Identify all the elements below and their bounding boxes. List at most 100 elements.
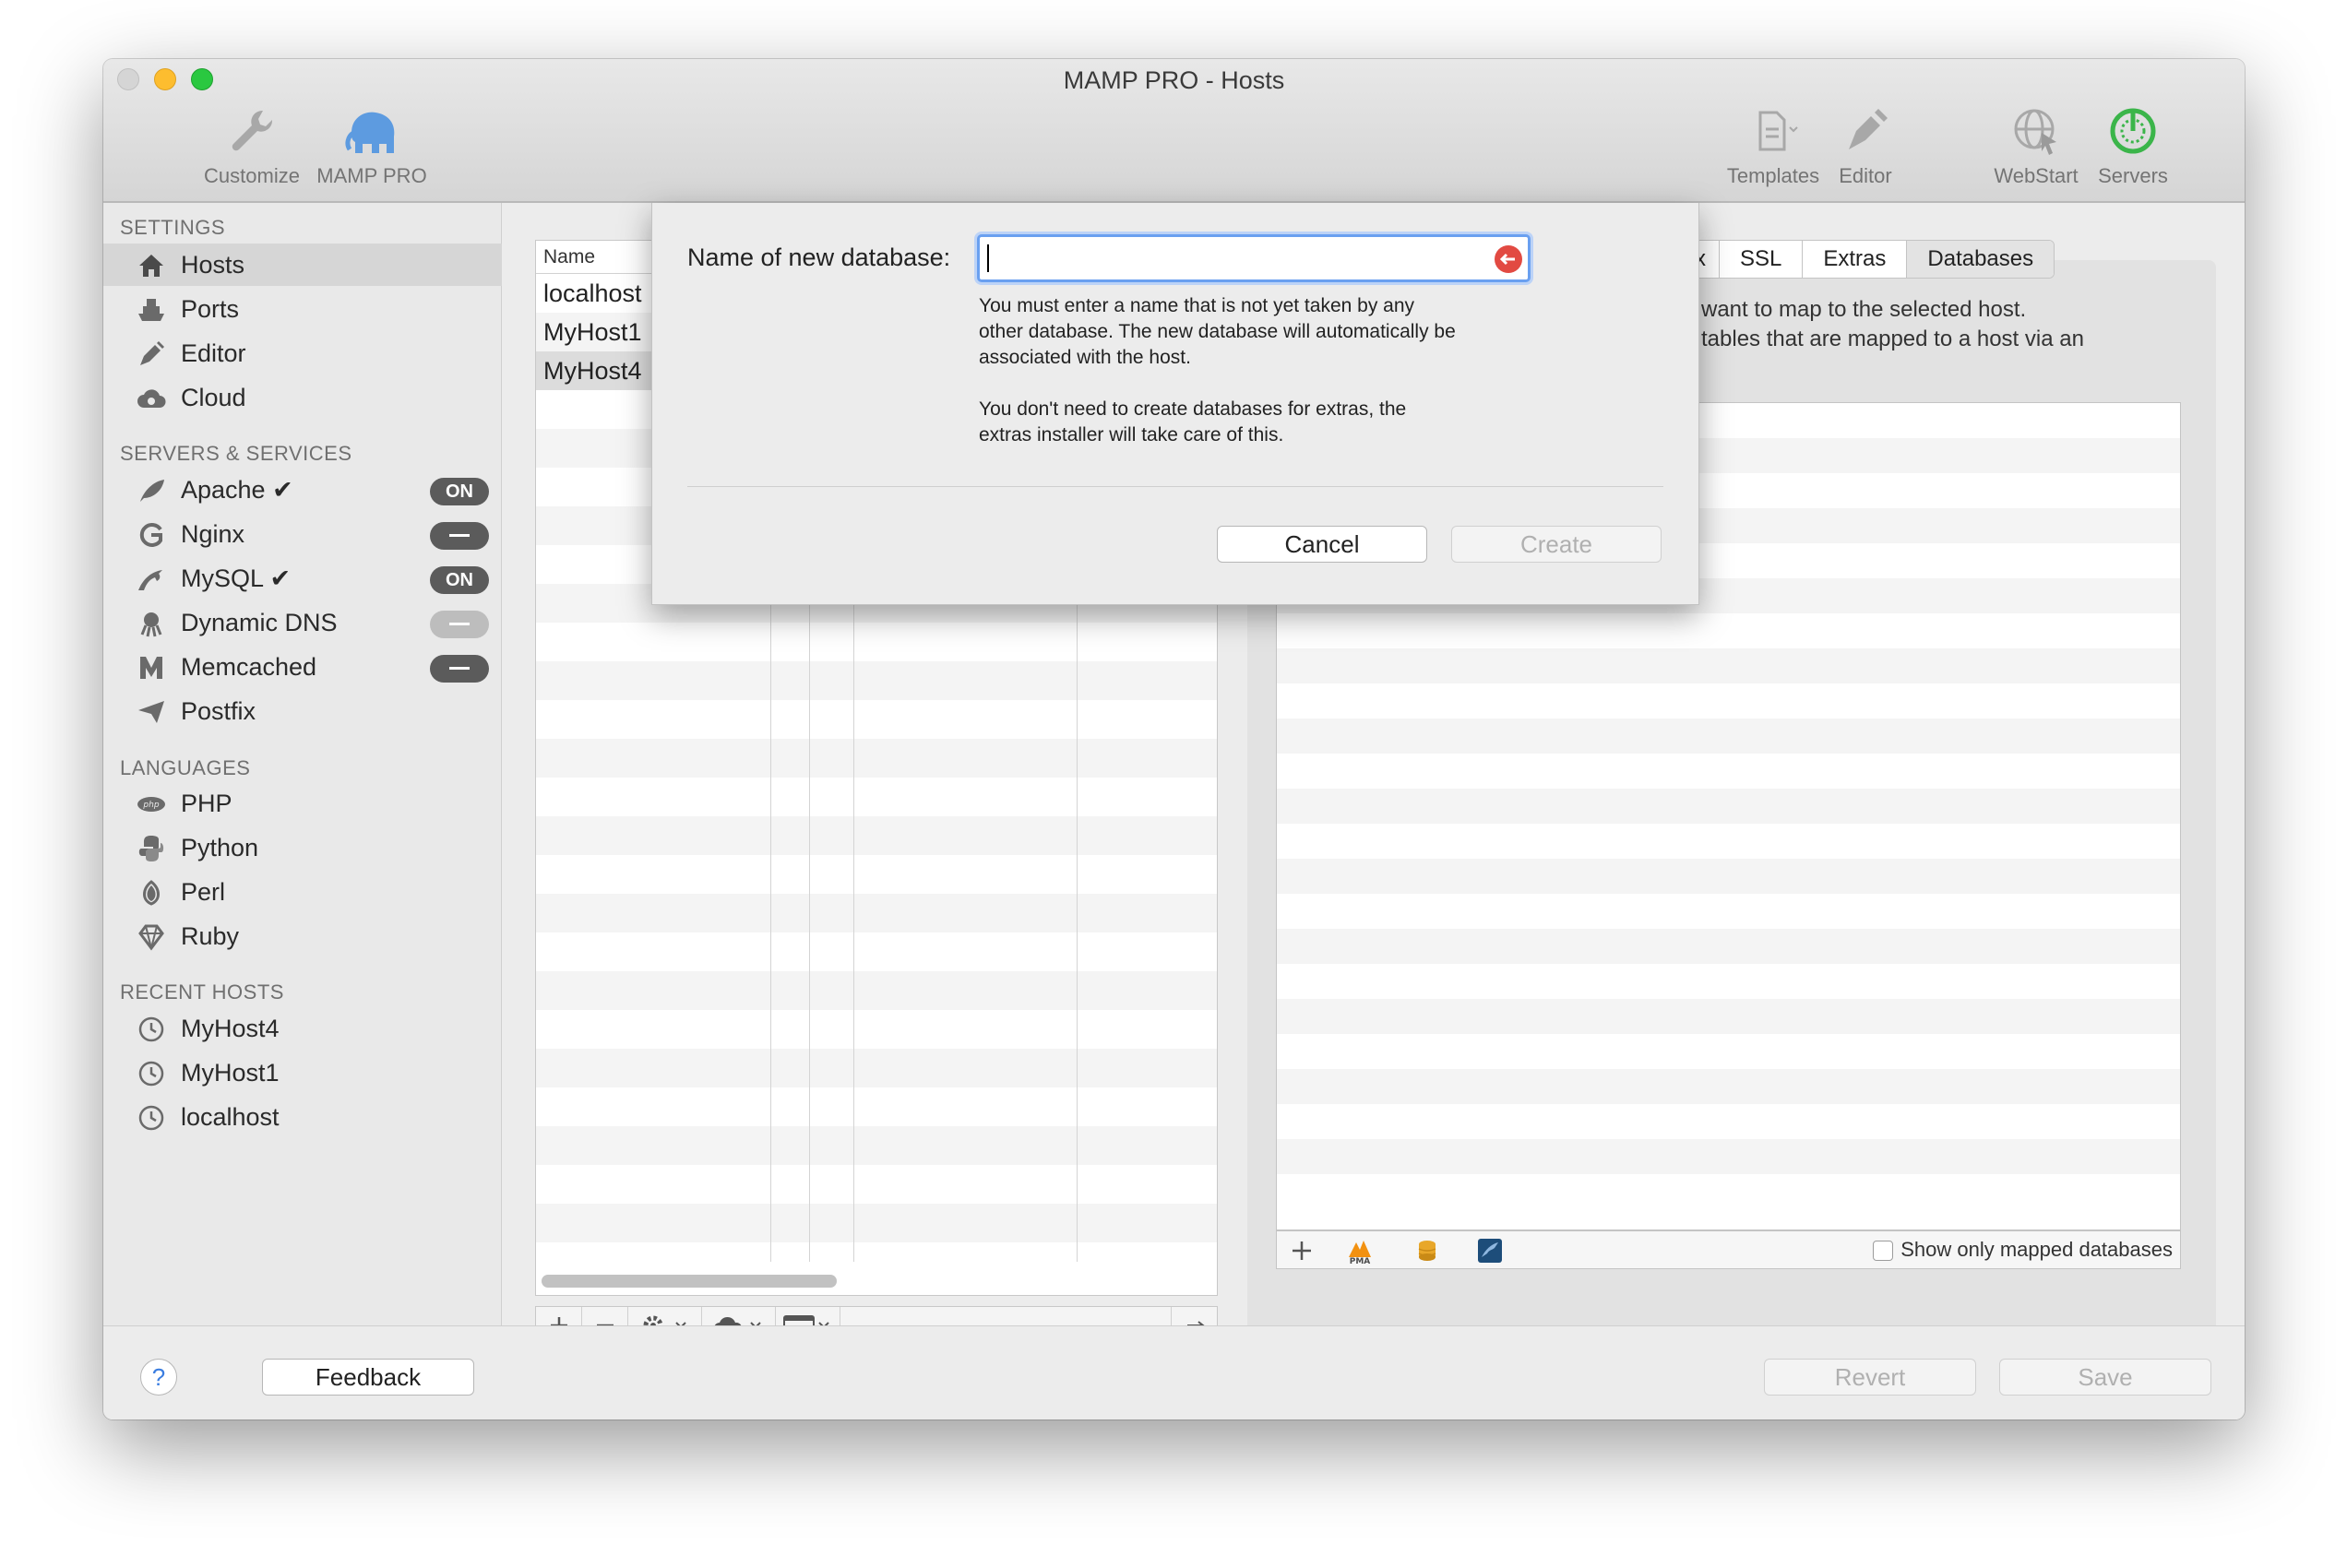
- status-badge[interactable]: [430, 611, 489, 638]
- sidebar-item-ruby[interactable]: Ruby: [103, 915, 502, 957]
- document-icon: [1758, 111, 1798, 151]
- window-title: MAMP PRO - Hosts: [1063, 66, 1285, 94]
- servers-header: SERVERS & SERVICES: [120, 442, 352, 465]
- sidebar-item-recent-myhost4[interactable]: MyHost4: [103, 1007, 502, 1050]
- sidebar-item-php[interactable]: php PHP: [103, 782, 502, 825]
- revert-button[interactable]: Revert: [1764, 1359, 1976, 1396]
- name-column-header[interactable]: Name: [543, 246, 595, 268]
- host-name: MyHost1: [543, 318, 642, 346]
- sidebar-item-label: MySQL ✔: [181, 564, 292, 592]
- php-icon: php: [137, 797, 165, 812]
- sidebar-item-postfix[interactable]: Postfix: [103, 690, 502, 732]
- octopus-icon: [140, 612, 162, 637]
- status-badge[interactable]: ON: [430, 478, 489, 505]
- cloud-icon: [137, 389, 166, 408]
- servers-button[interactable]: Servers: [2078, 105, 2188, 188]
- sidebar-item-mysql[interactable]: MySQL ✔ ON: [103, 557, 502, 600]
- mamp-pro-label: MAMP PRO: [316, 164, 427, 187]
- tab-extras[interactable]: Extras: [1803, 241, 1908, 278]
- sidebar-item-label: Memcached: [181, 653, 317, 681]
- save-button[interactable]: Save: [1999, 1359, 2211, 1396]
- feather-icon: [140, 480, 164, 502]
- empty-row: [1277, 648, 2180, 683]
- templates-label: Templates: [1726, 164, 1820, 187]
- cancel-button[interactable]: Cancel: [1217, 526, 1427, 563]
- pma-label: PMA: [1350, 1257, 1371, 1265]
- pen-nib-icon: [1849, 109, 1888, 149]
- sidebar-item-nginx[interactable]: Nginx: [103, 513, 502, 555]
- recent-clock-icon: [138, 1061, 164, 1087]
- empty-row: [1277, 999, 2180, 1034]
- recent-clock-icon: [138, 1016, 164, 1042]
- sidebar-item-recent-localhost[interactable]: localhost: [103, 1096, 502, 1138]
- hint-text: You must enter a name that is not yet ta…: [979, 295, 1415, 316]
- sidebar-item-label: MyHost1: [181, 1059, 280, 1087]
- toolbar: MAMP PRO - Hosts Customize MAMP PRO Temp…: [103, 59, 2245, 203]
- globe-cursor-icon: [2014, 109, 2056, 155]
- tab-databases[interactable]: Databases: [1907, 241, 2055, 278]
- databases-description: want to map to the selected host.: [1701, 297, 2027, 322]
- sidebar-item-apache[interactable]: Apache ✔ ON: [103, 469, 502, 511]
- wrench-icon: [232, 110, 273, 151]
- feedback-button[interactable]: Feedback: [262, 1359, 474, 1396]
- mysql-workbench-icon[interactable]: [1476, 1237, 1504, 1265]
- sidebar-item-label: Postfix: [181, 697, 256, 725]
- sidebar-item-perl[interactable]: Perl: [103, 871, 502, 913]
- empty-row: [536, 661, 1217, 700]
- sidebar-item-python[interactable]: Python: [103, 826, 502, 869]
- sidebar-item-label: Ruby: [181, 922, 240, 950]
- templates-button[interactable]: Templates: [1713, 105, 1833, 188]
- sequel-pro-icon[interactable]: [1413, 1237, 1441, 1265]
- empty-row: [1277, 1069, 2180, 1104]
- sidebar-item-hosts[interactable]: Hosts: [103, 244, 502, 286]
- sidebar-item-dynamic-dns[interactable]: Dynamic DNS: [103, 601, 502, 644]
- sidebar-item-recent-myhost1[interactable]: MyHost1: [103, 1051, 502, 1094]
- memcached-icon: [140, 657, 162, 679]
- sidebar-item-cloud[interactable]: Cloud: [103, 376, 502, 419]
- sidebar-item-label: Hosts: [181, 251, 245, 279]
- status-badge[interactable]: [430, 522, 489, 550]
- error-clear-icon[interactable]: [1495, 245, 1522, 273]
- sidebar-item-label: Ports: [181, 295, 240, 323]
- empty-row: [536, 894, 1217, 932]
- mamp-pro-button[interactable]: MAMP PRO: [312, 105, 432, 188]
- footer: ? Feedback Revert Save: [103, 1325, 2245, 1420]
- database-name-input[interactable]: [977, 234, 1531, 282]
- database-name-label: Name of new database:: [687, 244, 951, 271]
- phpmyadmin-icon[interactable]: PMA: [1343, 1237, 1380, 1265]
- sidebar-item-label: Apache ✔: [181, 476, 293, 504]
- databases-bottom-bar: PMA Show only mapped databases: [1276, 1230, 2181, 1269]
- show-mapped-toggle[interactable]: Show only mapped databases: [1873, 1238, 2173, 1262]
- customize-button[interactable]: Customize: [192, 105, 312, 188]
- empty-row: [536, 1126, 1217, 1165]
- status-badge[interactable]: [430, 655, 489, 683]
- sidebar-item-label: Dynamic DNS: [181, 609, 338, 636]
- help-button[interactable]: ?: [140, 1359, 177, 1396]
- detail-tabs: x SSL Extras Databases: [1690, 240, 2055, 279]
- home-icon: [139, 255, 163, 277]
- webstart-label: WebStart: [1994, 164, 2079, 187]
- sidebar-item-label: Cloud: [181, 384, 246, 411]
- empty-row: [1277, 719, 2180, 754]
- sidebar-item-label: Python: [181, 834, 259, 861]
- sidebar: SETTINGS Hosts Ports Editor Cloud SERVER…: [103, 203, 502, 1325]
- power-icon: [2110, 108, 2156, 154]
- arrow-left-icon: [1499, 253, 1515, 266]
- sidebar-item-ports[interactable]: Ports: [103, 288, 502, 330]
- customize-label: Customize: [204, 164, 300, 187]
- empty-row: [536, 816, 1217, 855]
- sidebar-item-editor[interactable]: Editor: [103, 332, 502, 374]
- host-name: localhost: [543, 279, 642, 307]
- empty-row: [536, 971, 1217, 1010]
- horizontal-scrollbar[interactable]: [542, 1275, 837, 1288]
- create-button[interactable]: Create: [1451, 526, 1662, 563]
- status-badge[interactable]: ON: [430, 566, 489, 594]
- add-database-icon[interactable]: [1288, 1237, 1316, 1265]
- sidebar-item-memcached[interactable]: Memcached: [103, 646, 502, 688]
- settings-header: SETTINGS: [120, 216, 226, 239]
- empty-row: [1277, 1139, 2180, 1174]
- empty-row: [536, 1049, 1217, 1087]
- tab-ssl[interactable]: SSL: [1720, 241, 1804, 278]
- show-mapped-checkbox[interactable]: [1873, 1241, 1894, 1262]
- editor-button[interactable]: Editor: [1819, 105, 1912, 188]
